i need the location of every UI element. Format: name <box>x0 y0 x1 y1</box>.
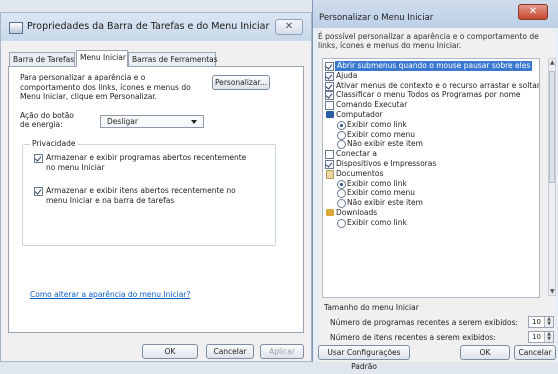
radio-unselected[interactable] <box>337 140 346 150</box>
option-label: Ativar menus de contexto e o recurso arr… <box>336 80 540 90</box>
option-label: Exibir como menu <box>347 129 415 139</box>
privacy-recent-items-label: Armazenar e exibir itens abertos recente… <box>46 186 236 205</box>
option-label: Não exibir este item <box>347 198 423 208</box>
option-label: Conectar a <box>336 149 377 159</box>
radio-selected[interactable] <box>337 120 346 130</box>
downloads-icon <box>326 209 334 216</box>
computer-icon <box>326 111 334 118</box>
help-link[interactable]: Como alterar a aparência do menu Iniciar… <box>30 290 190 299</box>
dialog-title: Personalizar o Menu Iniciar <box>319 13 434 23</box>
customize-description: É possível personalizar a aparência e o … <box>318 32 539 50</box>
customize-button[interactable]: Personalizar... <box>212 75 270 90</box>
privacy-title: Privacidade <box>30 139 78 148</box>
tab-taskbar[interactable]: Barra de Tarefas <box>9 52 75 66</box>
title-bar[interactable]: Propriedades da Barra de Tarefas e do Me… <box>1 13 311 41</box>
spin-arrows-icon[interactable]: ▲ ▼ <box>544 332 553 342</box>
power-button-label: Ação do botão de energia: <box>20 111 74 129</box>
recent-items-spinner[interactable]: 10 ▲ ▼ <box>528 331 554 343</box>
cancel-button[interactable]: Cancelar <box>206 344 254 359</box>
recent-programs-label: Número de programas recentes a serem exi… <box>330 318 519 327</box>
option-label: Exibir como menu <box>347 188 415 198</box>
radio-unselected[interactable] <box>337 189 346 199</box>
checkbox-checked[interactable] <box>325 71 334 81</box>
recent-items-value: 10 <box>532 333 541 341</box>
customize-cancel-button[interactable]: Cancelar <box>514 345 556 360</box>
ok-button[interactable]: OK <box>142 344 198 359</box>
checkbox-checked[interactable] <box>34 187 43 196</box>
checkbox-checked[interactable] <box>325 91 334 101</box>
option-label: Exibir como link <box>347 178 407 188</box>
option-label: Exibir como link <box>347 119 407 129</box>
chevron-down-icon <box>191 120 197 124</box>
close-button[interactable]: ✕ <box>275 19 303 35</box>
radio-selected[interactable] <box>337 179 346 189</box>
checkbox-checked[interactable] <box>325 62 334 71</box>
option-label: Ajuda <box>336 70 358 80</box>
options-list[interactable]: Abrir submenus quando o mouse pausar sob… <box>322 58 540 298</box>
option-label: Dispositivos e Impressoras <box>336 159 437 168</box>
checkbox-checked[interactable] <box>325 81 334 91</box>
checkbox-unchecked[interactable] <box>325 101 334 111</box>
radio-unselected[interactable] <box>337 130 346 140</box>
dialog-title: Propriedades da Barra de Tarefas e do Me… <box>27 21 270 32</box>
apply-button[interactable]: Aplicar <box>260 344 304 359</box>
scroll-up-icon[interactable]: ▲ <box>550 59 555 66</box>
use-default-settings-button[interactable]: Usar Configurações Padrão <box>318 345 410 371</box>
option-label: Não exibir este item <box>347 139 423 149</box>
checkbox-unchecked[interactable] <box>325 150 334 160</box>
privacy-recent-programs-checkbox[interactable]: Armazenar e exibir programas abertos rec… <box>34 153 254 173</box>
option-label: Abrir submenus quando o mouse pausar sob… <box>335 61 533 71</box>
scrollbar-thumb[interactable] <box>549 71 555 183</box>
recent-programs-value: 10 <box>532 318 541 326</box>
privacy-recent-programs-label: Armazenar e exibir programas abertos rec… <box>46 153 247 172</box>
spin-arrows-icon[interactable]: ▲ ▼ <box>544 317 553 327</box>
option-label: Exibir como link <box>347 217 407 227</box>
recent-programs-spinner[interactable]: 10 ▲ ▼ <box>528 316 554 328</box>
power-action-value: Desligar <box>107 117 138 126</box>
radio-unselected[interactable] <box>337 218 346 228</box>
option-label: Classificar o menu Todos os Programas po… <box>336 90 521 100</box>
title-bar[interactable]: Personalizar o Menu Iniciar ✕ <box>313 0 558 28</box>
scroll-down-icon[interactable]: ▼ <box>550 288 555 295</box>
option-label: Documentos <box>336 168 384 178</box>
intro-text: Para personalizar a aparência e o compor… <box>20 73 191 101</box>
close-button[interactable]: ✕ <box>518 4 548 20</box>
option-label: Downloads <box>336 208 378 217</box>
tab-start-menu[interactable]: Menu Iniciar <box>76 50 128 67</box>
menu-size-title: Tamanho do menu Iniciar <box>324 303 419 312</box>
recent-items-label: Número de itens recentes a serem exibido… <box>330 333 496 342</box>
privacy-recent-items-checkbox[interactable]: Armazenar e exibir itens abertos recente… <box>34 186 254 206</box>
checkbox-checked[interactable] <box>325 160 334 169</box>
power-action-select[interactable]: Desligar <box>100 115 204 128</box>
documents-icon <box>326 169 334 179</box>
checkbox-checked[interactable] <box>34 154 43 163</box>
customize-ok-button[interactable]: OK <box>460 345 510 360</box>
options-scrollbar[interactable]: ▲ ▼ <box>548 58 556 296</box>
tab-toolbars[interactable]: Barras de Ferramentas <box>128 52 218 66</box>
radio-unselected[interactable] <box>337 199 346 209</box>
option-label: Computador <box>336 110 383 119</box>
window-icon <box>9 22 23 34</box>
option-label: Comando Executar <box>336 100 408 110</box>
